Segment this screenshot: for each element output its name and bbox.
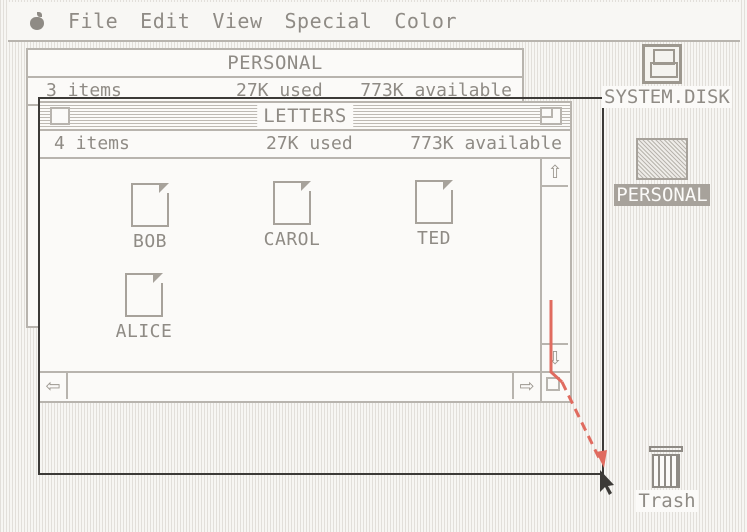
vertical-scrollbar[interactable]: ⇧ ⇩ bbox=[540, 159, 570, 371]
document-icon bbox=[131, 183, 169, 227]
scroll-down-arrow-icon[interactable]: ⇩ bbox=[542, 343, 568, 371]
desktop-icon-label: Trash bbox=[636, 490, 698, 512]
document-bob[interactable]: BOB bbox=[110, 183, 190, 252]
document-icon bbox=[125, 273, 163, 317]
document-label: ALICE bbox=[115, 321, 173, 342]
personal-title-bar[interactable]: PERSONAL bbox=[28, 50, 522, 78]
letters-item-count: 4 items bbox=[54, 133, 130, 154]
trash-icon bbox=[647, 444, 687, 488]
document-label: CAROL bbox=[263, 229, 321, 250]
desktop-icon-personal[interactable]: PERSONAL bbox=[602, 138, 722, 206]
document-carol[interactable]: CAROL bbox=[252, 181, 332, 250]
desktop-icon-system-disk[interactable]: SYSTEM.DISK bbox=[602, 44, 732, 108]
document-ted[interactable]: TED bbox=[394, 180, 474, 249]
document-label: TED bbox=[416, 228, 451, 249]
letters-used: 27K used bbox=[266, 133, 353, 154]
letters-info-bar: 4 items 27K used 773K available bbox=[40, 131, 570, 159]
menu-file[interactable]: File bbox=[68, 9, 118, 33]
menu-special[interactable]: Special bbox=[285, 9, 373, 33]
volume-icon bbox=[636, 138, 688, 180]
document-alice[interactable]: ALICE bbox=[104, 273, 184, 342]
floppy-disk-icon bbox=[642, 44, 682, 84]
letters-available: 773K available bbox=[410, 133, 562, 154]
letters-window[interactable]: LETTERS 4 items 27K used 773K available … bbox=[38, 101, 572, 403]
letters-window-title: LETTERS bbox=[257, 105, 353, 127]
document-icon bbox=[273, 181, 311, 225]
desktop-icon-trash[interactable]: Trash bbox=[632, 444, 702, 512]
menu-view[interactable]: View bbox=[212, 9, 262, 33]
menu-edit[interactable]: Edit bbox=[140, 9, 190, 33]
personal-window-title: PERSONAL bbox=[221, 52, 329, 74]
menu-color[interactable]: Color bbox=[394, 9, 457, 33]
document-icon bbox=[415, 180, 453, 224]
close-box-icon[interactable] bbox=[50, 107, 70, 125]
trash-lid bbox=[649, 446, 683, 452]
scroll-left-arrow-icon[interactable]: ⇦ bbox=[40, 373, 68, 399]
desktop: File Edit View Special Color PERSONAL 3 … bbox=[0, 0, 747, 532]
letters-title-bar[interactable]: LETTERS bbox=[40, 103, 570, 131]
zoom-box-icon[interactable] bbox=[540, 107, 562, 125]
menu-bar: File Edit View Special Color bbox=[8, 2, 740, 42]
trash-body bbox=[652, 454, 680, 488]
desktop-icon-label: SYSTEM.DISK bbox=[602, 86, 732, 108]
document-label: BOB bbox=[132, 231, 167, 252]
apple-menu-icon[interactable] bbox=[28, 12, 46, 30]
horizontal-scrollbar[interactable]: ⇦ ⇨ bbox=[40, 371, 540, 401]
desktop-icon-label: PERSONAL bbox=[614, 184, 710, 206]
size-box-icon[interactable] bbox=[540, 371, 570, 401]
drag-arrowhead-icon bbox=[596, 450, 607, 468]
scroll-up-arrow-icon[interactable]: ⇧ bbox=[542, 159, 568, 187]
scroll-right-arrow-icon[interactable]: ⇨ bbox=[512, 373, 540, 399]
mouse-pointer-icon bbox=[600, 470, 614, 495]
